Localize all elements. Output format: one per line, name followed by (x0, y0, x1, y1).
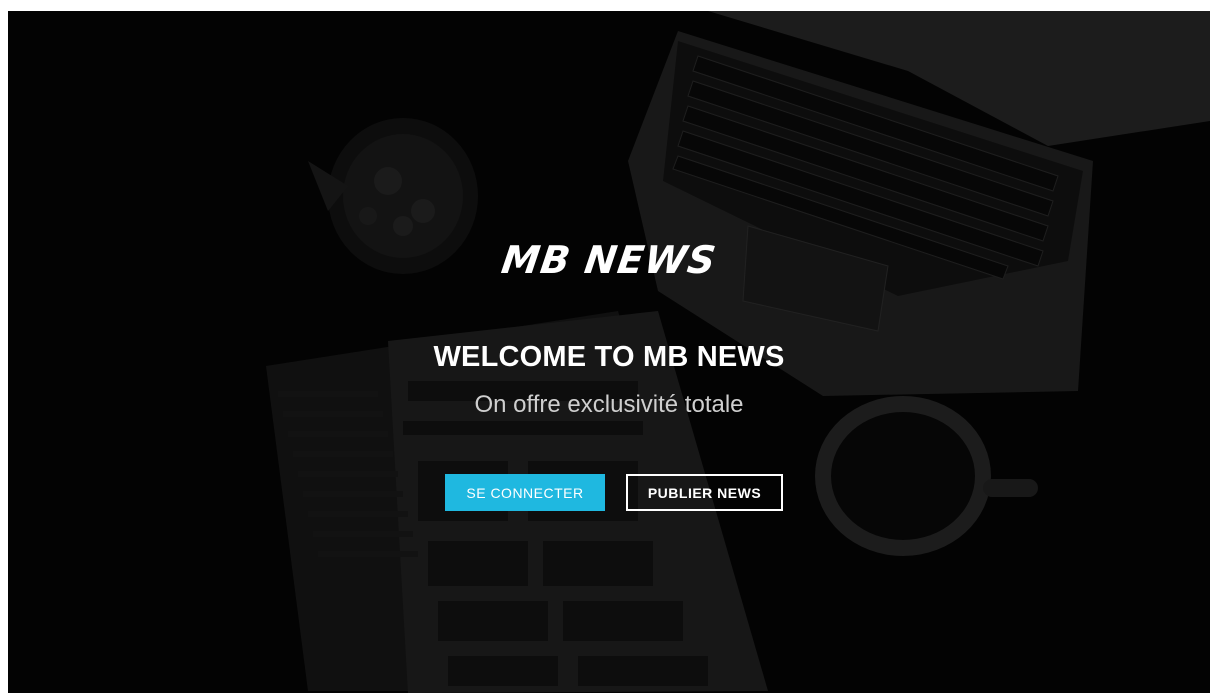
welcome-heading: WELCOME TO MB NEWS (433, 341, 785, 373)
hero-content: MB NEWS WELCOME TO MB NEWS On offre excl… (8, 11, 1210, 693)
hero-section: MB NEWS WELCOME TO MB NEWS On offre excl… (8, 11, 1210, 693)
publish-news-button[interactable]: PUBLIER NEWS (626, 474, 783, 511)
tagline: On offre exclusivité totale (474, 391, 744, 418)
login-button[interactable]: SE CONNECTER (445, 474, 605, 511)
site-logo: MB NEWS (498, 238, 720, 282)
